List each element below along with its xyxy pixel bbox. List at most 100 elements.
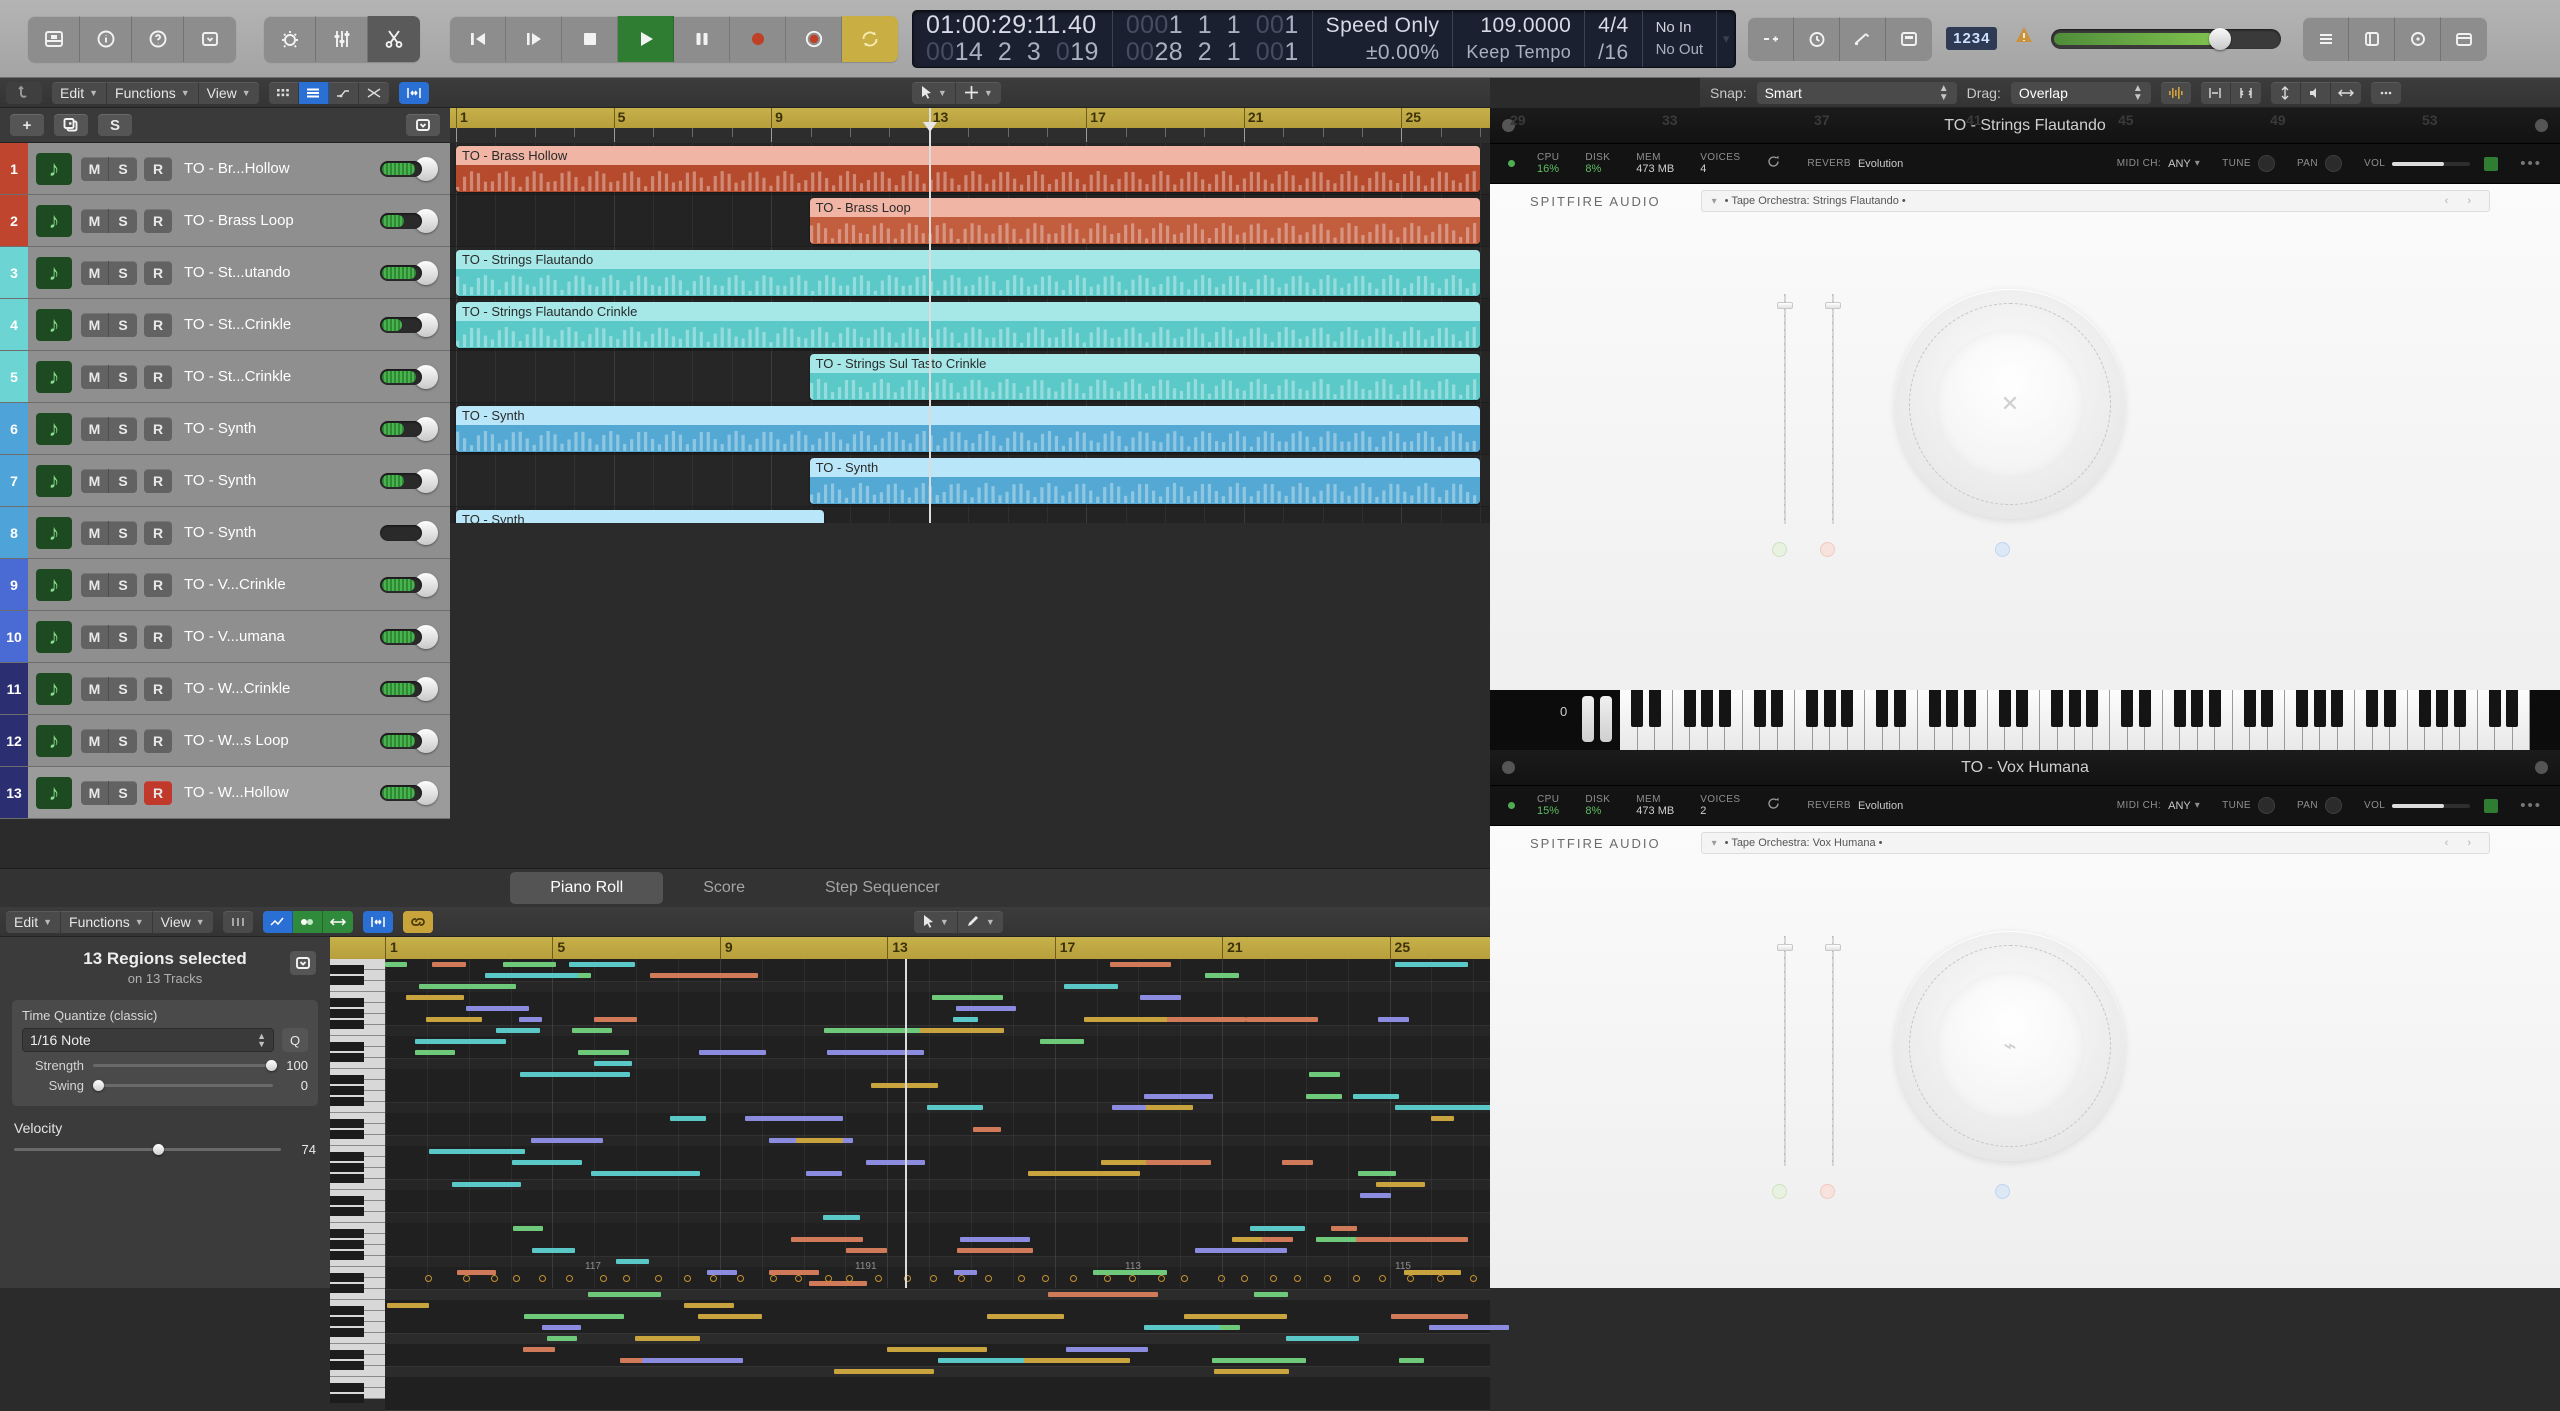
plugin-expression-dial[interactable]: ⌁ xyxy=(1895,931,2125,1161)
velocity-marker[interactable] xyxy=(1470,1275,1477,1282)
note-pad-icon[interactable] xyxy=(2349,17,2395,61)
cycle-icon[interactable] xyxy=(842,16,898,62)
tab-score[interactable]: Score xyxy=(663,872,785,904)
midi-note[interactable] xyxy=(1431,1116,1454,1121)
record-enable-button[interactable]: R xyxy=(144,365,172,389)
midi-note[interactable] xyxy=(1048,1292,1159,1297)
plugin-volume-slider[interactable] xyxy=(2392,804,2470,808)
record-enable-button[interactable]: R xyxy=(144,625,172,649)
plugin-window-strings-flautando[interactable]: TO - Strings Flautando CPU16% DISK8% MEM… xyxy=(1490,108,2560,748)
record-enable-button[interactable]: R xyxy=(144,781,172,805)
preset-nav-arrows-icon[interactable]: ‹ › xyxy=(2445,837,2479,849)
vertical-zoom-icon[interactable] xyxy=(2271,82,2301,104)
midi-note[interactable] xyxy=(1144,1325,1220,1330)
track-name[interactable]: TO - Brass Loop xyxy=(184,212,380,229)
solo-button[interactable]: S xyxy=(109,417,137,441)
midi-note[interactable] xyxy=(1040,1039,1085,1044)
plugin-key-black[interactable] xyxy=(2051,690,2063,727)
track-volume-slider[interactable] xyxy=(380,525,422,541)
velocity-marker[interactable] xyxy=(566,1275,573,1282)
mute-button[interactable]: M xyxy=(81,365,109,389)
velocity-marker[interactable] xyxy=(710,1275,717,1282)
midi-note[interactable] xyxy=(387,1303,428,1308)
midi-note[interactable] xyxy=(572,1028,612,1033)
low-latency-icon[interactable] xyxy=(1748,17,1794,61)
track-name[interactable]: TO - W...Crinkle xyxy=(184,680,380,697)
plugin-key-black[interactable] xyxy=(2174,690,2186,727)
list-view-icon[interactable] xyxy=(299,82,329,104)
plugin-key-black[interactable] xyxy=(1771,690,1783,727)
midi-note[interactable] xyxy=(698,1314,762,1319)
plugin-pitchbend[interactable] xyxy=(1600,696,1612,742)
plugin-window-vox-humana[interactable]: TO - Vox Humana CPU15% DISK8% MEM473 MB … xyxy=(1490,750,2560,1288)
solo-button[interactable]: S xyxy=(109,573,137,597)
piano-key-black[interactable] xyxy=(330,1042,364,1051)
track-volume-slider[interactable] xyxy=(380,213,422,229)
midi-note[interactable] xyxy=(745,1116,843,1121)
velocity-marker[interactable] xyxy=(491,1275,498,1282)
track-row[interactable]: 13♪MSRTO - W...Hollow xyxy=(0,767,450,819)
velocity-marker[interactable] xyxy=(1241,1275,1248,1282)
plugin-fader-1[interactable] xyxy=(1777,936,1793,1166)
plugin-midich-value[interactable]: ANY xyxy=(2168,800,2191,812)
region[interactable]: TO - Synth xyxy=(456,406,1480,452)
piano-roll-grid[interactable]: 1171191113115 xyxy=(385,959,1490,1288)
track-volume-slider[interactable] xyxy=(380,161,422,177)
cpu-meter-icon[interactable] xyxy=(2011,23,2037,54)
plugin-mark-2[interactable] xyxy=(1820,1184,1835,1199)
editors-scissors-icon[interactable] xyxy=(368,16,420,62)
track-name[interactable]: TO - Synth xyxy=(184,420,380,437)
collapse-icon[interactable] xyxy=(406,114,440,136)
plugin-key-black[interactable] xyxy=(1754,690,1766,727)
midi-note[interactable] xyxy=(1250,1226,1305,1231)
plugin-key-black[interactable] xyxy=(2314,690,2326,727)
pointer-tool-icon[interactable]: ▼ xyxy=(914,911,958,933)
plugin-tune-knob[interactable] xyxy=(2258,155,2275,172)
mute-button[interactable]: M xyxy=(81,781,109,805)
help-icon[interactable] xyxy=(132,16,184,62)
track-instrument-icon[interactable]: ♪ xyxy=(36,257,72,289)
plugin-key-black[interactable] xyxy=(1999,690,2011,727)
pencil-tool-icon[interactable]: ▼ xyxy=(958,911,1003,933)
lcd-tempo[interactable]: 109.0000 Keep Tempo xyxy=(1453,11,1585,67)
tab-step-sequencer[interactable]: Step Sequencer xyxy=(785,872,980,904)
plugin-key-black[interactable] xyxy=(1876,690,1888,727)
solo-button[interactable]: S xyxy=(109,729,137,753)
midi-note[interactable] xyxy=(1084,1017,1172,1022)
midi-note[interactable] xyxy=(1391,1314,1468,1319)
midi-note[interactable] xyxy=(1140,995,1181,1000)
midi-note[interactable] xyxy=(503,962,556,967)
lcd-display[interactable]: 01:00:29:11.40 0014 2 3 019 0001 1 1 001… xyxy=(912,10,1736,68)
piano-key-black[interactable] xyxy=(330,1020,364,1029)
pointer-tool-icon[interactable]: ▼ xyxy=(912,82,956,104)
plugin-key-black[interactable] xyxy=(2209,690,2221,727)
track-row[interactable]: 2♪MSRTO - Brass Loop xyxy=(0,195,450,247)
plugin-volume-slider[interactable] xyxy=(2392,162,2470,166)
solo-button[interactable]: S xyxy=(109,677,137,701)
midi-note[interactable] xyxy=(635,1336,700,1341)
record-enable-button[interactable]: R xyxy=(144,313,172,337)
swing-slider[interactable] xyxy=(93,1084,273,1087)
track-instrument-icon[interactable]: ♪ xyxy=(36,153,72,185)
midi-note[interactable] xyxy=(578,1050,629,1055)
midi-note[interactable] xyxy=(866,1160,924,1165)
arrange-menu-view[interactable]: View▼ xyxy=(199,82,259,104)
solo-button[interactable]: S xyxy=(109,261,137,285)
plugin-key-black[interactable] xyxy=(2086,690,2098,727)
midi-note[interactable] xyxy=(1309,1072,1340,1077)
midi-note[interactable] xyxy=(1395,962,1468,967)
midi-note[interactable] xyxy=(973,1127,1000,1132)
track-row[interactable]: 12♪MSRTO - W...s Loop xyxy=(0,715,450,767)
piano-key-black[interactable] xyxy=(330,976,364,985)
play-icon[interactable] xyxy=(618,16,674,62)
plugin-midich-value[interactable]: ANY xyxy=(2168,158,2191,170)
duplicate-track-icon[interactable] xyxy=(54,114,88,136)
midi-note[interactable] xyxy=(670,1116,706,1121)
region[interactable]: TO - Synth xyxy=(810,458,1480,504)
mute-button[interactable]: M xyxy=(81,417,109,441)
plugin-key-black[interactable] xyxy=(2436,690,2448,727)
piano-key-black[interactable] xyxy=(330,1273,364,1282)
velocity-marker[interactable] xyxy=(875,1275,882,1282)
track-volume-slider[interactable] xyxy=(380,681,422,697)
note-repeat-icon[interactable] xyxy=(223,911,253,933)
